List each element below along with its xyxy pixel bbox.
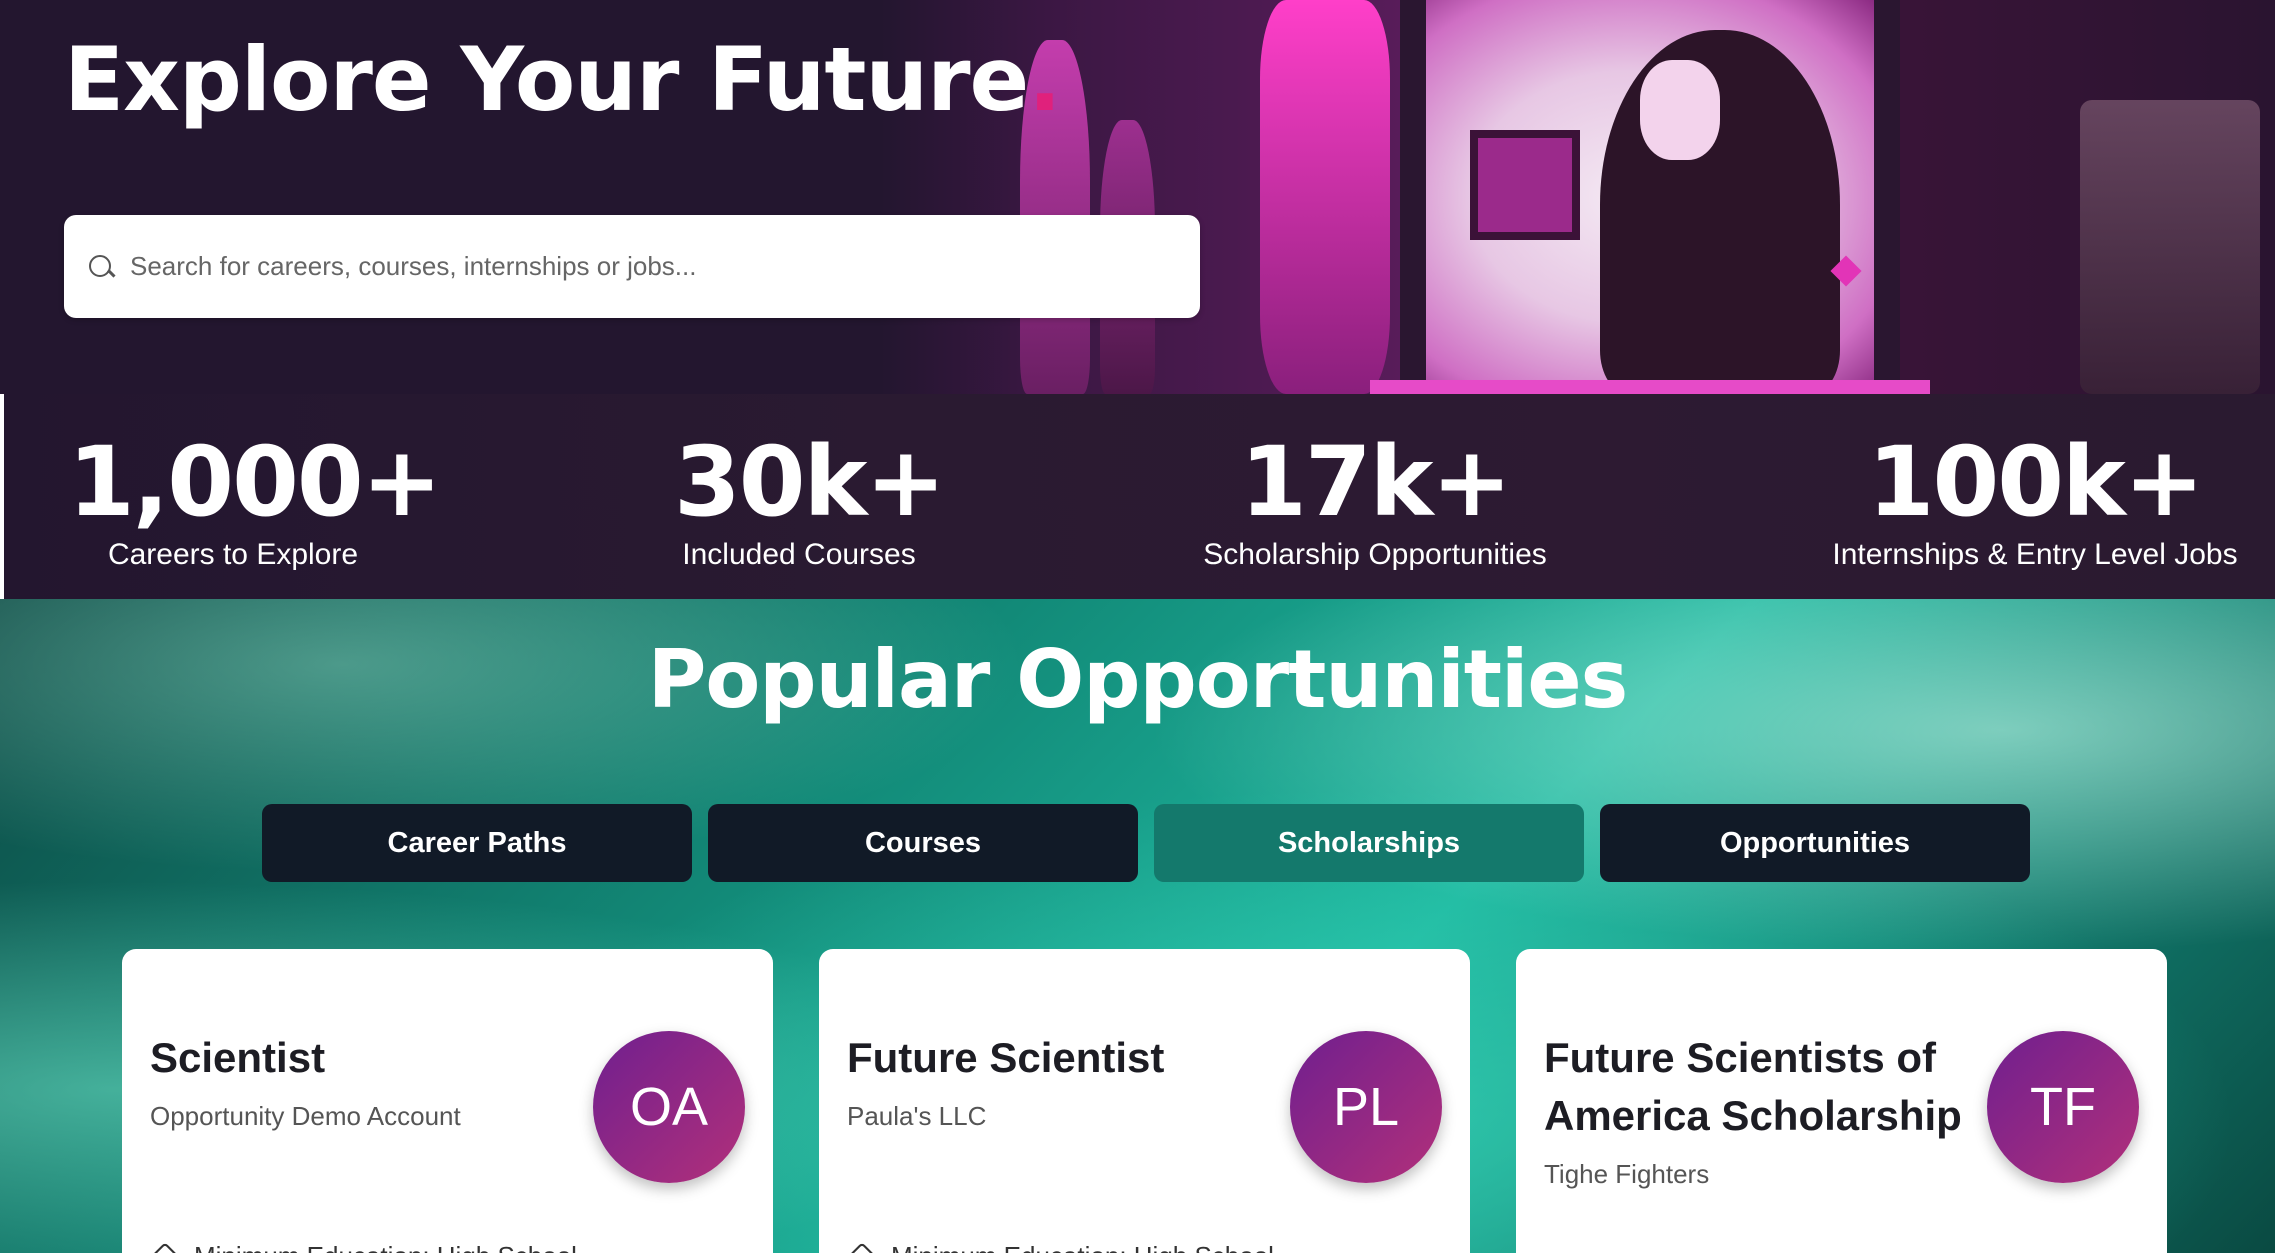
- search-input[interactable]: [130, 251, 1170, 282]
- stat-scholarships: 17k+ Scholarship Opportunities: [1200, 430, 1550, 572]
- tab-courses[interactable]: Courses: [708, 804, 1138, 882]
- tab-opportunities[interactable]: Opportunities: [1600, 804, 2030, 882]
- avatar: TF: [1987, 1031, 2139, 1183]
- avatar: PL: [1290, 1031, 1442, 1183]
- card-title[interactable]: Future Scientists of America Scholarship: [1544, 1029, 2004, 1145]
- graduation-cap-icon: [150, 1241, 180, 1253]
- stat-value: 100k+: [1867, 426, 2205, 538]
- tab-scholarships[interactable]: Scholarships: [1154, 804, 1584, 882]
- card-education-text: Minimum Education: High School: [194, 1241, 577, 1253]
- page-title-dot: .: [1028, 28, 1061, 131]
- stat-jobs: 100k+ Internships & Entry Level Jobs: [1830, 430, 2240, 572]
- stat-value: 30k+: [674, 426, 946, 538]
- tab-career-paths[interactable]: Career Paths: [262, 804, 692, 882]
- page-title-text: Explore Your Future: [64, 28, 1029, 131]
- stat-courses: 30k+ Included Courses: [674, 426, 946, 572]
- hero-illustration-person: [1600, 30, 1840, 394]
- hero-section: Explore Your Future.: [0, 0, 2275, 394]
- popular-opportunities-section: Popular Opportunities Career Paths Cours…: [0, 599, 2275, 1253]
- stat-careers: 1,000+ Careers to Explore: [68, 426, 442, 572]
- stat-label: Scholarship Opportunities: [1203, 538, 1547, 571]
- opportunity-card[interactable]: Future Scientist Paula's LLC PL Minimum …: [819, 949, 1470, 1253]
- stat-label: Included Courses: [682, 538, 916, 571]
- hero-illustration-frame: [1470, 130, 1580, 240]
- hero-illustration-face: [1640, 60, 1720, 160]
- section-title: Popular Opportunities: [647, 633, 1629, 726]
- stat-label: Careers to Explore: [107, 538, 359, 571]
- card-education: Minimum Education: High School: [150, 1241, 577, 1253]
- stats-bar: 1,000+ Careers to Explore 30k+ Included …: [0, 394, 2275, 599]
- card-education-text: Minimum Education: High School: [891, 1241, 1274, 1253]
- card-education: Minimum Education: High School: [847, 1241, 1274, 1253]
- search-bar[interactable]: [64, 215, 1200, 318]
- stat-label: Internships & Entry Level Jobs: [1832, 538, 2238, 571]
- opportunity-card[interactable]: Future Scientists of America Scholarship…: [1516, 949, 2167, 1253]
- opportunity-card-list: Scientist Opportunity Demo Account OA Mi…: [122, 949, 2172, 1253]
- avatar: OA: [593, 1031, 745, 1183]
- stat-value: 1,000+: [68, 426, 442, 538]
- opportunity-card[interactable]: Scientist Opportunity Demo Account OA Mi…: [122, 949, 773, 1253]
- card-title[interactable]: Future Scientist: [847, 1029, 1307, 1087]
- hero-illustration-books: [2080, 100, 2260, 394]
- opportunity-tabs: Career Paths Courses Scholarships Opport…: [262, 804, 2030, 882]
- hero-illustration-plant: [1260, 0, 1390, 394]
- stat-value: 17k+: [1240, 426, 1512, 538]
- card-title[interactable]: Scientist: [150, 1029, 610, 1087]
- search-icon: [86, 252, 116, 282]
- hero-illustration-sill: [1370, 380, 1930, 394]
- graduation-cap-icon: [847, 1241, 877, 1253]
- page-title: Explore Your Future.: [64, 28, 1062, 131]
